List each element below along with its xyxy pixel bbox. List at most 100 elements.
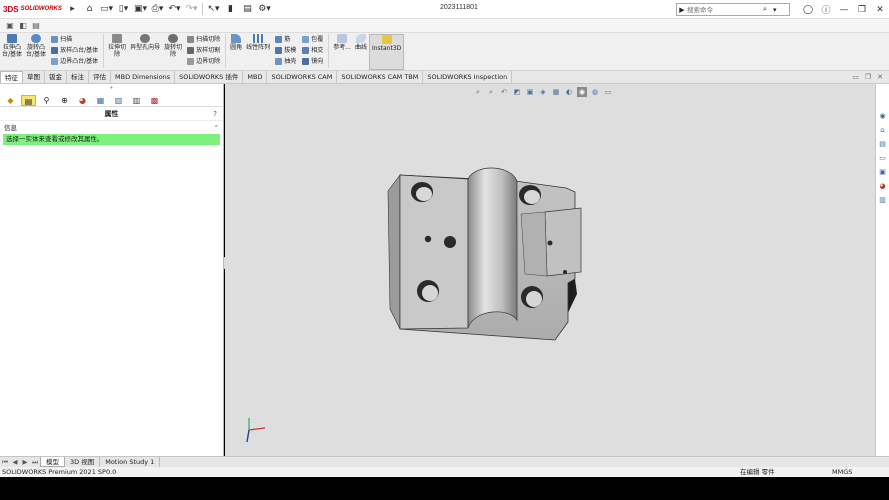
boundary-boss-button[interactable]: 边界凸台/基体 xyxy=(51,56,98,67)
linear-pattern-icon xyxy=(253,34,264,43)
options-icon[interactable]: ⚙▾ xyxy=(256,2,273,17)
unit-system[interactable]: MMGS xyxy=(832,467,852,477)
wrap-icon xyxy=(302,36,310,43)
tab-solidworks-inspection[interactable]: SOLIDWORKS Inspection xyxy=(423,71,513,83)
rebuild-icon[interactable]: ▮ xyxy=(222,2,239,17)
custom-properties-icon[interactable]: ▥ xyxy=(878,195,888,205)
folder-icon[interactable]: ▭ xyxy=(878,153,888,163)
linear-pattern-button[interactable]: 线性阵列 xyxy=(244,34,272,51)
collapse-chevron-icon[interactable]: ⌃ xyxy=(214,123,219,134)
design-library-icon[interactable]: ⌂ xyxy=(878,125,888,135)
cam-operation-tree-icon[interactable]: ▧ xyxy=(111,95,126,106)
help-icon[interactable]: ⓘ xyxy=(817,3,835,16)
save-icon[interactable]: ▣▾ xyxy=(132,2,149,17)
select-icon[interactable]: ↖▾ xyxy=(205,2,222,17)
appearances-icon[interactable]: ◕ xyxy=(878,181,888,191)
tab-solidworks-addins[interactable]: SOLIDWORKS 插件 xyxy=(175,71,244,83)
tab-solidworks-cam-tbm[interactable]: SOLIDWORKS CAM TBM xyxy=(337,71,424,83)
extrude-boss-icon xyxy=(7,34,18,43)
home-icon[interactable]: ⌂ xyxy=(81,2,98,17)
ds-logo-mark: 3DS xyxy=(3,4,19,14)
swept-cut-button[interactable]: 扫描切除 xyxy=(187,34,220,45)
feature-tree-icon[interactable]: ◆ xyxy=(3,95,18,106)
tab-motion-study[interactable]: Motion Study 1 xyxy=(100,457,161,467)
camera-icon[interactable]: ▣ xyxy=(5,21,15,31)
file-explorer-icon[interactable]: ▤ xyxy=(878,139,888,149)
tab-model[interactable]: 模型 xyxy=(40,457,65,467)
help-icon[interactable]: ? xyxy=(213,107,217,121)
restore-icon[interactable]: ❐ xyxy=(853,5,871,15)
expand-icon[interactable]: ▸ xyxy=(64,2,81,17)
inspection-icon[interactable]: ▩ xyxy=(147,95,162,106)
property-manager-icon[interactable]: ▤ xyxy=(21,94,36,106)
hole-wizard-button[interactable]: 异型孔向导 xyxy=(128,34,162,51)
display-pane-icon[interactable]: ◧ xyxy=(18,21,28,31)
tab-mbd[interactable]: MBD xyxy=(243,71,268,83)
display-states-icon[interactable]: ▤ xyxy=(31,21,41,31)
cam-feature-tree-icon[interactable]: ▦ xyxy=(93,95,108,106)
info-section-header[interactable]: 信息 ⌃ xyxy=(0,123,223,134)
file-properties-icon[interactable]: ▤ xyxy=(239,2,256,17)
solidworks-logo[interactable]: 3DS SOLIDWORKS xyxy=(0,5,64,14)
info-section-label: 信息 xyxy=(4,124,17,132)
boundary-cut-button[interactable]: 边界切除 xyxy=(187,56,220,67)
redo-icon[interactable]: ↷▾ xyxy=(183,2,200,17)
panel-grip[interactable]: • xyxy=(0,84,223,94)
revolve-cut-button[interactable]: 旋转切 除 xyxy=(162,34,184,58)
next-tab-icon[interactable]: ▶ xyxy=(20,458,30,466)
cam-tool-tree-icon[interactable]: ▥ xyxy=(129,95,144,106)
tab-mbd-dimensions[interactable]: MBD Dimensions xyxy=(111,71,176,83)
prev-tab-icon[interactable]: ◀ xyxy=(10,458,20,466)
last-tab-icon[interactable]: ⏭ xyxy=(30,458,40,467)
divider xyxy=(225,34,227,68)
draft-button[interactable]: 拔模 xyxy=(275,45,296,56)
close-doc-icon[interactable]: ✕ xyxy=(877,71,883,83)
rib-button[interactable]: 筋 xyxy=(275,34,296,45)
lofted-cut-button[interactable]: 放样切割 xyxy=(187,45,220,56)
wrap-button[interactable]: 包覆 xyxy=(302,34,323,45)
tab-3d-views[interactable]: 3D 视图 xyxy=(65,457,101,467)
curves-button[interactable]: 曲线 xyxy=(353,34,369,51)
configuration-manager-icon[interactable]: ⚲ xyxy=(39,95,54,106)
undo-icon[interactable]: ↶▾ xyxy=(166,2,183,17)
print-icon[interactable]: ⎙▾ xyxy=(149,2,166,17)
3d-part-model[interactable] xyxy=(225,84,875,456)
new-icon[interactable]: ▭▾ xyxy=(98,2,115,17)
first-tab-icon[interactable]: ⏮ xyxy=(0,458,10,467)
search-dropdown-icon[interactable]: ▾ xyxy=(773,6,783,14)
sweep-button[interactable]: 扫描 xyxy=(51,34,98,45)
reference-geometry-button[interactable]: 参考... xyxy=(331,34,353,51)
display-manager-icon[interactable]: ◕ xyxy=(75,95,90,106)
search-input[interactable] xyxy=(687,5,763,14)
loft-boss-button[interactable]: 放样凸台/基体 xyxy=(51,45,98,56)
search-commands[interactable]: ▶ ⌕ ▾ xyxy=(676,3,790,16)
tile-icon[interactable]: ▭ xyxy=(852,71,859,83)
open-icon[interactable]: ▯▾ xyxy=(115,2,132,17)
solidworks-resources-icon[interactable]: ◉ xyxy=(878,111,888,121)
revolve-boss-button[interactable]: 旋转凸 台/基体 xyxy=(24,34,48,58)
user-icon[interactable]: ◯ xyxy=(799,5,817,15)
minimize-icon[interactable]: — xyxy=(835,5,853,15)
shell-button[interactable]: 抽壳 xyxy=(275,56,296,67)
tab-markup[interactable]: 标注 xyxy=(67,71,89,83)
close-icon[interactable]: ✕ xyxy=(871,5,889,15)
view-palette-icon[interactable]: ▣ xyxy=(878,167,888,177)
search-icon[interactable]: ⌕ xyxy=(763,5,773,14)
mirror-button[interactable]: 镜向 xyxy=(302,56,323,67)
restore-doc-icon[interactable]: ❐ xyxy=(865,71,871,83)
sweep-icon xyxy=(51,36,59,43)
tab-solidworks-cam[interactable]: SOLIDWORKS CAM xyxy=(267,71,338,83)
tab-sketch[interactable]: 草图 xyxy=(23,71,45,83)
tab-evaluate[interactable]: 评估 xyxy=(89,71,111,83)
tab-sheet-metal[interactable]: 钣金 xyxy=(45,71,67,83)
sweep-label: 扫描 xyxy=(60,36,73,43)
extrude-boss-button[interactable]: 拉伸凸 台/基体 xyxy=(0,34,24,58)
sweep-loft-group: 扫描 放样凸台/基体 边界凸台/基体 xyxy=(48,34,101,67)
fillet-button[interactable]: 圆角 xyxy=(228,34,244,51)
intersect-button[interactable]: 相交 xyxy=(302,45,323,56)
graphics-area[interactable]: ⌕ ⌕ ↶ ◩ ▣ ◈ ▦ ◐ ◉ ◍ ▭ xyxy=(225,84,875,456)
tab-features[interactable]: 特征 xyxy=(0,71,23,83)
instant3d-button[interactable]: Instant3D xyxy=(368,34,405,70)
extrude-cut-button[interactable]: 拉伸切 除 xyxy=(106,34,128,58)
dimxpert-icon[interactable]: ⊕ xyxy=(57,95,72,106)
